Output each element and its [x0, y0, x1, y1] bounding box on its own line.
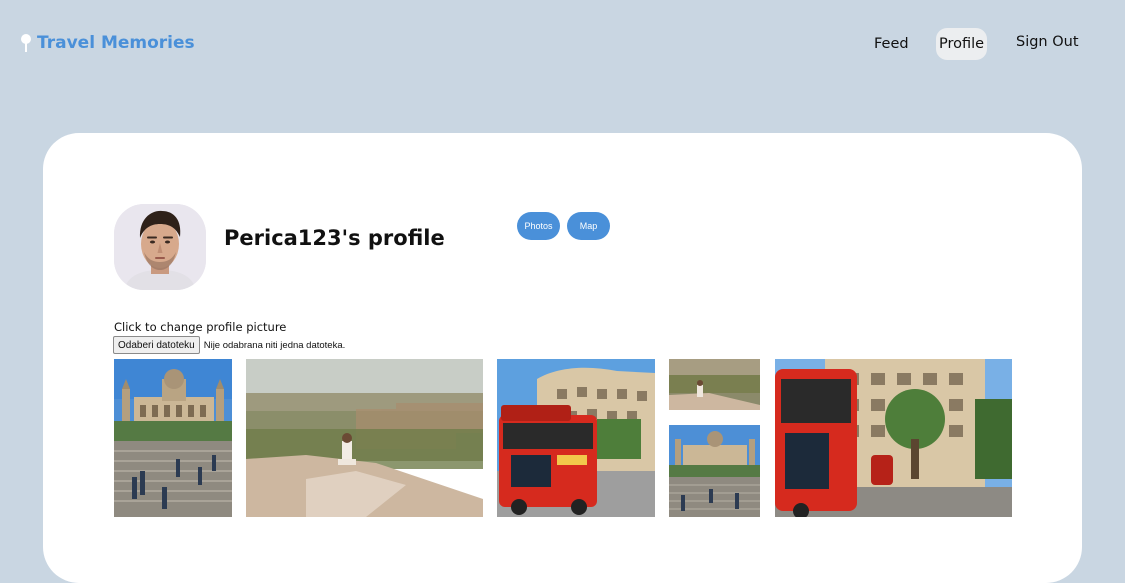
user-avatar-icon: [114, 204, 206, 290]
gallery-photo[interactable]: [775, 359, 1012, 517]
nav-feed-link[interactable]: Feed: [874, 36, 909, 52]
gallery-photo[interactable]: [246, 359, 483, 517]
brand-link[interactable]: Travel Memories: [20, 33, 195, 53]
change-picture-label: Click to change profile picture: [114, 320, 287, 334]
gallery-photo[interactable]: [497, 359, 655, 517]
bus-building-closeup-image: [775, 359, 1012, 517]
nav-profile-label: Profile: [938, 36, 985, 52]
profile-avatar[interactable]: [114, 204, 206, 290]
gallery-photo[interactable]: [114, 359, 232, 517]
palace-photo-image: [114, 359, 232, 517]
tour-bus-image: [497, 359, 655, 517]
city-overlook-small-image: [669, 359, 760, 410]
city-overlook-image: [246, 359, 483, 517]
gallery-photo[interactable]: [669, 359, 760, 410]
map-pin-icon: [21, 34, 31, 52]
profile-title: Perica123's profile: [224, 226, 445, 250]
file-input: Odaberi datoteku Nije odabrana niti jedn…: [113, 336, 345, 354]
file-status-text: Nije odabrana niti jedna datoteka.: [203, 339, 346, 351]
choose-file-button[interactable]: Odaberi datoteku: [113, 336, 200, 354]
brand-name: Travel Memories: [37, 33, 195, 53]
nav-sign-out-link[interactable]: Sign Out: [1016, 34, 1079, 50]
navbar: Travel Memories Feed Profile Sign Out: [0, 0, 1125, 90]
map-tab-button[interactable]: Map: [567, 212, 610, 240]
gallery-photo[interactable]: [669, 425, 760, 517]
palace-small-image: [669, 425, 760, 517]
nav-profile-link[interactable]: Profile: [936, 28, 987, 60]
photos-tab-button[interactable]: Photos: [517, 212, 560, 240]
